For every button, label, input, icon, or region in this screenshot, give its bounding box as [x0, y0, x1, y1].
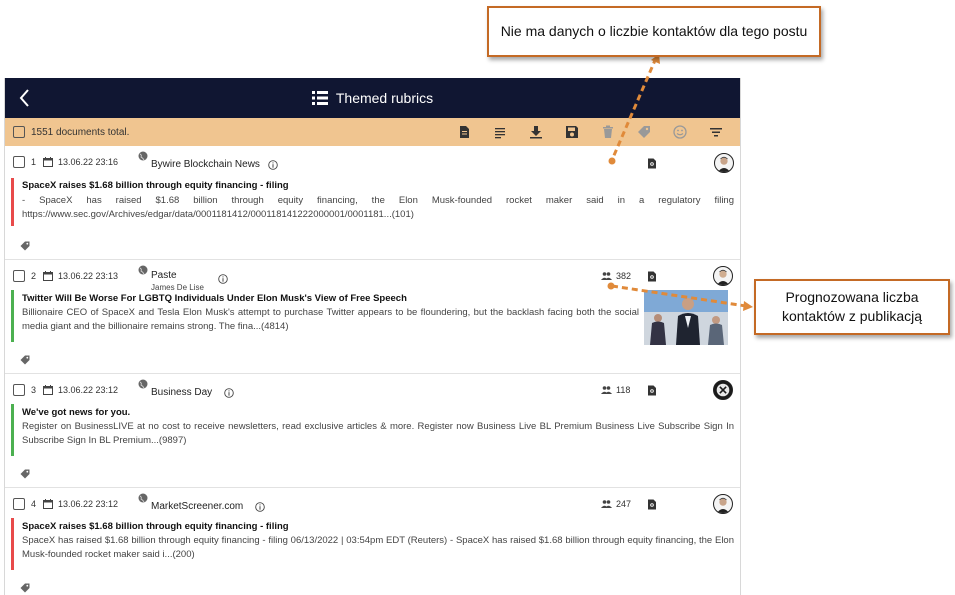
- people-icon: [601, 272, 612, 280]
- back-button[interactable]: [15, 86, 35, 110]
- source-link[interactable]: Business Day: [151, 387, 212, 398]
- text-lines-icon: [495, 128, 505, 139]
- people-icon: [601, 500, 612, 508]
- source-link[interactable]: Bywire Blockchain News: [151, 159, 260, 170]
- row-date: 13.06.22 23:16: [58, 157, 119, 167]
- select-all-checkbox[interactable]: [13, 126, 25, 138]
- toolbar-actions: [446, 118, 734, 146]
- row-headline[interactable]: SpaceX raises $1.68 billion through equi…: [22, 521, 289, 532]
- avatar: [714, 153, 734, 173]
- document-preview-icon[interactable]: [647, 158, 657, 169]
- documents-total: 1551 documents total.: [31, 126, 130, 138]
- source-link[interactable]: Paste: [151, 270, 177, 281]
- document-button[interactable]: [446, 118, 482, 146]
- author-name: James De Lise: [151, 283, 204, 292]
- save-icon: [566, 126, 578, 138]
- sentiment-bar-negative: [11, 178, 14, 226]
- reach-value: 382: [616, 271, 632, 281]
- row-number: 3: [31, 385, 37, 395]
- row-snippet: Register on BusinessLIVE at no cost to r…: [22, 421, 734, 446]
- info-icon[interactable]: [268, 160, 278, 170]
- document-preview-icon[interactable]: [647, 271, 657, 282]
- page-title: Themed rubrics: [335, 90, 434, 106]
- reach-count: 382: [601, 271, 631, 281]
- calendar-icon: [43, 271, 53, 281]
- document-preview-icon[interactable]: [647, 499, 657, 510]
- row-headline[interactable]: We've got news for you.: [22, 407, 130, 418]
- sentiment-bar-positive: [11, 290, 14, 342]
- row-date: 13.06.22 23:12: [58, 385, 119, 395]
- row-number: 2: [31, 271, 37, 281]
- row-snippet: - SpaceX has raised $1.68 billion throug…: [22, 195, 734, 220]
- tag-icon[interactable]: [20, 241, 30, 251]
- row-checkbox[interactable]: [13, 270, 25, 282]
- download-icon: [530, 126, 542, 139]
- chevron-left-icon: [19, 89, 29, 107]
- info-icon[interactable]: [218, 274, 228, 284]
- annotation-forecast-reach: Prognozowana liczba kontaktów z publikac…: [754, 279, 950, 335]
- trash-icon: [603, 125, 613, 138]
- row-date: 13.06.22 23:13: [58, 271, 119, 281]
- article-thumbnail[interactable]: [644, 290, 728, 345]
- screen: Themed rubrics 1551 documents total. 1 1…: [0, 0, 955, 595]
- row-date: 13.06.22 23:12: [58, 499, 119, 509]
- calendar-icon: [43, 499, 53, 509]
- globe-icon: [138, 379, 148, 389]
- top-bar: Themed rubrics: [5, 78, 740, 118]
- avatar: [713, 380, 733, 400]
- document-preview-icon[interactable]: [647, 385, 657, 396]
- filter-icon: [710, 128, 722, 137]
- documents-toolbar: 1551 documents total.: [5, 118, 740, 146]
- row-checkbox[interactable]: [13, 384, 25, 396]
- reach-value: 247: [616, 499, 632, 509]
- sentiment-bar-negative: [11, 518, 14, 570]
- globe-icon: [138, 493, 148, 503]
- document-icon: [460, 126, 469, 138]
- tag-icon[interactable]: [20, 469, 30, 479]
- tag-icon[interactable]: [20, 355, 30, 365]
- list-icon: [311, 91, 328, 105]
- avatar: [713, 494, 733, 514]
- row-number: 1: [31, 157, 37, 167]
- document-row[interactable]: 1 13.06.22 23:16 Bywire Blockchain News …: [5, 146, 740, 260]
- row-number: 4: [31, 499, 37, 509]
- annotation-no-reach: Nie ma danych o liczbie kontaktów dla te…: [487, 6, 821, 57]
- document-row[interactable]: 2 13.06.22 23:13 Paste James De Lise Twi…: [5, 260, 740, 374]
- row-headline[interactable]: Twitter Will Be Worse For LGBTQ Individu…: [22, 293, 407, 304]
- reach-count: 247: [601, 499, 631, 509]
- download-button[interactable]: [518, 118, 554, 146]
- tag-icon[interactable]: [20, 583, 30, 593]
- delete-button[interactable]: [590, 118, 626, 146]
- row-headline[interactable]: SpaceX raises $1.68 billion through equi…: [22, 180, 289, 191]
- sentiment-bar-positive: [11, 404, 14, 456]
- row-checkbox[interactable]: [13, 498, 25, 510]
- filter-button[interactable]: [698, 118, 734, 146]
- globe-icon: [138, 151, 148, 161]
- sentiment-button[interactable]: [662, 118, 698, 146]
- row-checkbox[interactable]: [13, 156, 25, 168]
- page-title-group: Themed rubrics: [311, 90, 434, 106]
- calendar-icon: [43, 385, 53, 395]
- calendar-icon: [43, 157, 53, 167]
- document-row[interactable]: 4 13.06.22 23:12 MarketScreener.com Spac…: [5, 488, 740, 595]
- avatar: [713, 266, 733, 286]
- text-view-button[interactable]: [482, 118, 518, 146]
- x-logo-icon: [716, 383, 730, 397]
- globe-icon: [138, 265, 148, 275]
- document-row[interactable]: 3 13.06.22 23:12 Business Day We've got …: [5, 374, 740, 488]
- tag-button[interactable]: [626, 118, 662, 146]
- reach-value: 118: [616, 385, 631, 395]
- info-icon[interactable]: [255, 502, 265, 512]
- source-link[interactable]: MarketScreener.com: [151, 501, 243, 512]
- tag-icon: [638, 126, 650, 138]
- row-snippet: Billionaire CEO of SpaceX and Tesla Elon…: [22, 307, 639, 332]
- info-icon[interactable]: [224, 388, 234, 398]
- people-icon: [601, 386, 612, 394]
- smiley-icon: [673, 125, 687, 139]
- row-snippet: SpaceX has raised $1.68 billion through …: [22, 535, 734, 560]
- app-panel: Themed rubrics 1551 documents total. 1 1…: [4, 78, 741, 595]
- reach-count: 118: [601, 385, 630, 395]
- save-button[interactable]: [554, 118, 590, 146]
